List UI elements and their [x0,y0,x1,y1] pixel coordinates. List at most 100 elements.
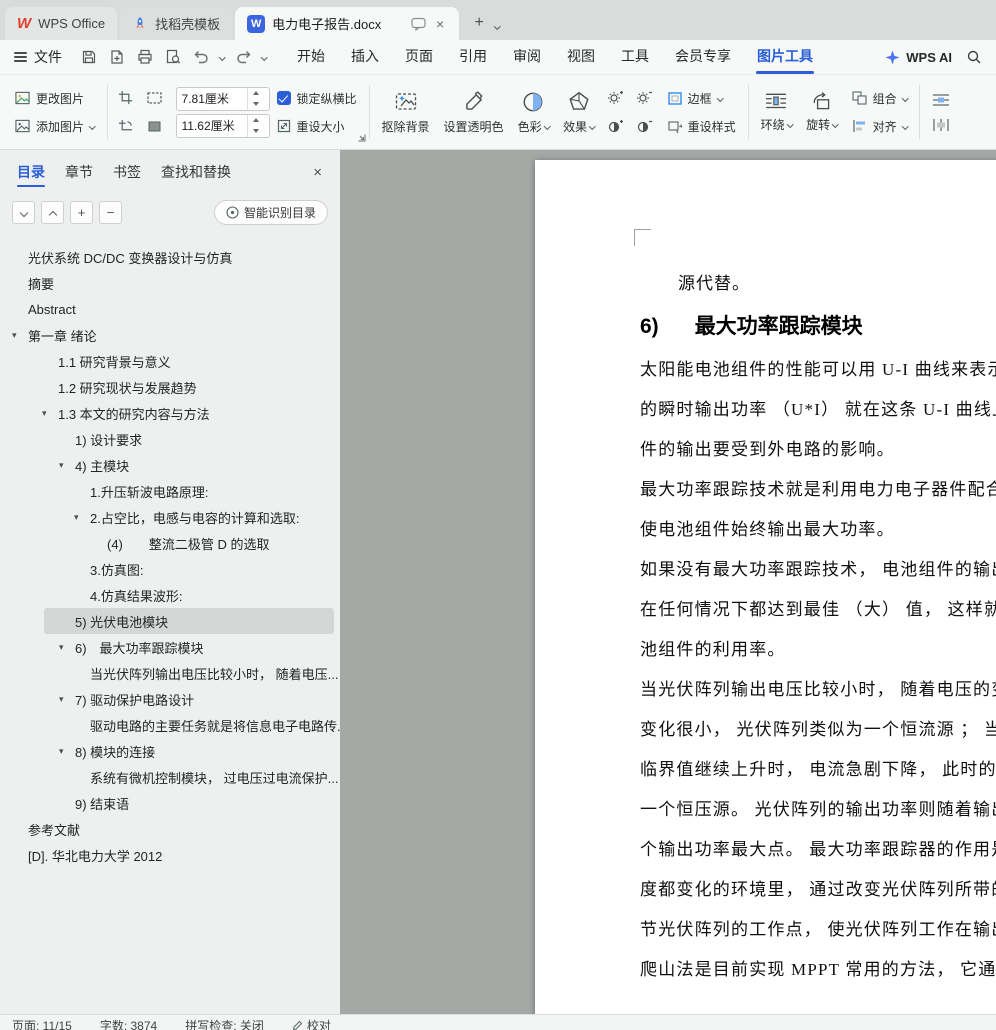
undo-icon[interactable] [188,45,214,69]
border-button[interactable]: 边框 [661,86,743,111]
document-page[interactable]: 源代替。 6) 最大功率跟踪模块 太阳能电池组件的性能可以用 U-I 曲线来表示… [535,160,996,1014]
collapse-arrow-icon[interactable]: ▾ [74,512,90,523]
menu-tab-引用[interactable]: 引用 [446,40,500,74]
effects-button[interactable]: 效果 [556,80,602,144]
zoom-in-level-button[interactable]: + [70,201,93,224]
print-icon[interactable] [132,45,158,69]
toc-item[interactable]: ▾ 8) 模块的连接 [0,738,340,764]
menu-tab-页面[interactable]: 页面 [392,40,446,74]
smart-toc-button[interactable]: 智能识别目录 [213,200,328,225]
word-count[interactable]: 字数: 3874 [100,1017,157,1030]
toc-item[interactable]: ▾ 4) 主模块 [0,452,340,478]
page-indicator[interactable]: 页面: 11/15 [12,1017,72,1030]
collapse-arrow-icon[interactable]: ▾ [12,330,28,341]
toc-item[interactable]: 摘要 [0,270,340,296]
decrease-brightness-icon[interactable] [631,85,657,111]
group-button[interactable]: 组合 [845,86,915,111]
toc-item[interactable]: 系统有微机控制模块， 过电压过电流保护... [0,764,340,790]
dialog-launcher-icon[interactable] [357,133,366,142]
zoom-out-level-button[interactable]: − [99,201,122,224]
picture-height-input[interactable] [176,118,247,133]
print-preview-icon[interactable] [160,45,186,69]
crop-fill-icon[interactable] [142,114,168,140]
increase-brightness-icon[interactable] [602,85,628,111]
height-step-up-icon[interactable] [248,115,264,126]
tab-contents[interactable]: 目录 [8,150,54,195]
remove-background-button[interactable]: 抠除背景 [375,80,437,144]
tab-bookmarks[interactable]: 书签 [104,150,150,195]
lock-aspect-ratio-checkbox[interactable]: 锁定纵横比 [270,86,364,111]
menu-tab-视图[interactable]: 视图 [554,40,608,74]
tab-list-chevron-icon[interactable] [494,22,501,29]
close-pane-icon[interactable]: × [309,162,326,183]
wrap-text-button[interactable]: 环绕 [754,80,800,144]
file-menu-button[interactable]: 文件 [10,47,70,67]
proofread-button[interactable]: 校对 [292,1017,331,1030]
collapse-arrow-icon[interactable]: ▾ [59,746,75,757]
collapse-arrow-icon[interactable]: ▾ [59,460,75,471]
toc-item[interactable]: ▾ 2.占空比，电感与电容的计算和选取: [0,504,340,530]
menu-tab-工具[interactable]: 工具 [608,40,662,74]
menu-tab-插入[interactable]: 插入 [338,40,392,74]
new-tab-button[interactable]: + [467,11,491,35]
toc-item[interactable]: ▾ 第一章 绪论 [0,322,340,348]
search-icon[interactable] [966,49,982,65]
toc-item[interactable]: [D]. 华北电力大学 2012 [0,842,340,868]
increase-contrast-icon[interactable] [602,114,628,140]
toc-item[interactable]: 3.仿真图: [0,556,340,582]
tab-wps-office[interactable]: W WPS Office [5,7,118,40]
toc-item[interactable]: 光伏系统 DC/DC 变换器设计与仿真 [0,244,340,270]
toc-item[interactable]: 1.升压斩波电路原理: [0,478,340,504]
expand-all-button[interactable] [12,201,35,224]
wps-ai-button[interactable]: WPS AI [885,50,952,65]
color-button[interactable]: 色彩 [511,80,557,144]
crop-ratio-icon[interactable] [113,114,139,140]
set-transparent-color-button[interactable]: 设置透明色 [437,80,511,144]
collapse-all-button[interactable] [41,201,64,224]
distribute-horizontal-icon[interactable] [925,89,957,111]
chat-bubble-icon[interactable] [411,17,426,31]
redo-icon[interactable] [230,45,256,69]
toc-item[interactable]: (4) 整流二极管 D 的选取 [0,530,340,556]
collapse-arrow-icon[interactable]: ▾ [42,408,58,419]
menu-tab-图片工具[interactable]: 图片工具 [744,40,826,74]
toc-item[interactable]: 1) 设计要求 [0,426,340,452]
save-icon[interactable] [76,45,102,69]
toc-item[interactable]: 9) 结束语 [0,790,340,816]
align-button[interactable]: 对齐 [845,114,915,139]
close-tab-icon[interactable]: × [433,15,447,33]
toc-item[interactable]: 4.仿真结果波形: [0,582,340,608]
crop-shape-icon[interactable] [142,85,168,111]
tab-find-replace[interactable]: 查找和替换 [152,150,240,195]
reset-style-button[interactable]: 重设样式 [661,114,743,139]
height-step-down-icon[interactable] [248,126,264,137]
menu-tab-开始[interactable]: 开始 [284,40,338,74]
toc-item[interactable]: ▾ 6) 最大功率跟踪模块 [0,634,340,660]
toc-item[interactable]: ▾ 7) 驱动保护电路设计 [0,686,340,712]
spell-check-status[interactable]: 拼写检查: 关闭 [185,1017,264,1030]
tab-chapters[interactable]: 章节 [56,150,102,195]
tab-document-active[interactable]: W 电力电子报告.docx × [235,7,460,40]
toc-item[interactable]: 1.1 研究背景与意义 [0,348,340,374]
toc-item[interactable]: Abstract [0,296,340,322]
toc-item[interactable]: 5) 光伏电池模块 [44,608,334,634]
toc-item[interactable]: 1.2 研究现状与发展趋势 [0,374,340,400]
menu-tab-审阅[interactable]: 审阅 [500,40,554,74]
width-step-down-icon[interactable] [248,99,264,110]
undo-dropdown-chevron-icon[interactable] [218,53,226,61]
change-picture-button[interactable]: 更改图片 [8,86,102,111]
width-step-up-icon[interactable] [248,88,264,99]
reset-size-button[interactable]: 重设大小 [270,114,364,139]
crop-icon[interactable] [113,85,139,111]
redo-dropdown-chevron-icon[interactable] [260,53,268,61]
toc-item[interactable]: 参考文献 [0,816,340,842]
toc-item[interactable]: ▾ 1.3 本文的研究内容与方法 [0,400,340,426]
collapse-arrow-icon[interactable]: ▾ [59,642,75,653]
distribute-vertical-icon[interactable] [925,114,957,136]
toc-item[interactable]: 当光伏阵列输出电压比较小时， 随着电压... [0,660,340,686]
picture-width-input[interactable] [176,91,247,106]
add-picture-button[interactable]: 添加图片 [8,114,102,139]
export-icon[interactable] [104,45,130,69]
menu-tab-会员专享[interactable]: 会员专享 [662,40,744,74]
collapse-arrow-icon[interactable]: ▾ [59,694,75,705]
